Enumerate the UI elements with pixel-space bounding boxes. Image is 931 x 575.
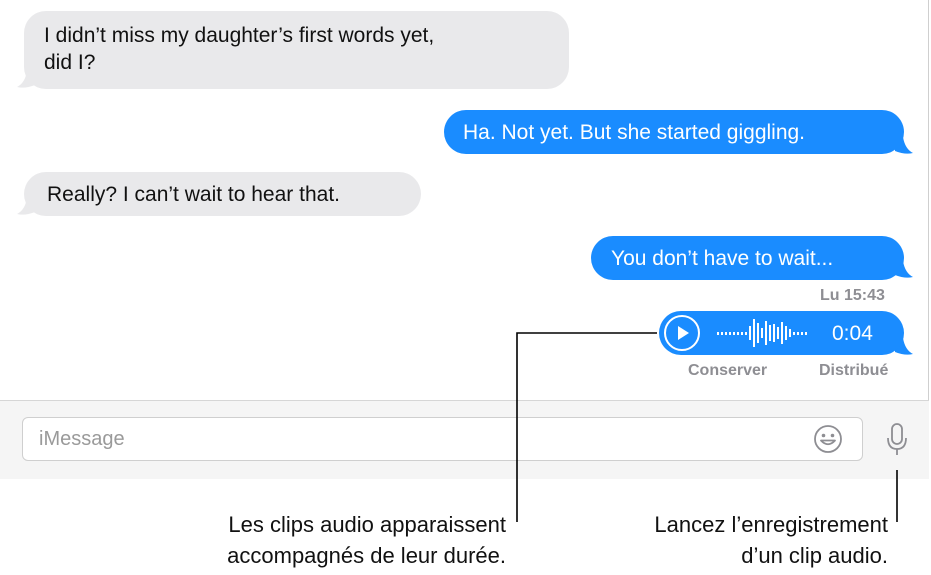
message-text: Really? I can’t wait to hear that.	[47, 183, 340, 206]
play-icon	[678, 326, 689, 340]
callout-line: Les clips audio apparaissent	[228, 512, 506, 537]
callout-line: d’un clip audio.	[741, 543, 888, 568]
message-text-line: I didn’t miss my daughter’s first words …	[44, 24, 435, 47]
emoji-icon[interactable]	[813, 424, 843, 454]
message-text: Ha. Not yet. But she started giggling.	[463, 121, 806, 144]
callout-line: Lancez l’enregistrement	[654, 512, 888, 537]
message-timestamp: Lu 15:43	[820, 287, 885, 304]
audio-clip-duration: 0:04	[832, 322, 873, 345]
audio-waveform[interactable]	[717, 317, 809, 349]
message-text-line: did I?	[44, 51, 96, 74]
audio-duration-callout: Les clips audio apparaissent accompagnés…	[227, 509, 506, 571]
callout-line: accompagnés de leur durée.	[227, 543, 506, 568]
message-composer	[0, 401, 929, 479]
audio-clip-bubble: 0:04	[659, 311, 904, 355]
message-bubble-incoming[interactable]: Really? I can’t wait to hear that.	[24, 172, 421, 216]
message-bubble-incoming[interactable]: I didn’t miss my daughter’s first words …	[24, 11, 569, 89]
play-button[interactable]	[664, 315, 700, 351]
message-bubble-outgoing[interactable]: Ha. Not yet. But she started giggling.	[444, 110, 904, 154]
keep-audio-button[interactable]: Conserver	[688, 362, 767, 380]
record-audio-callout: Lancez l’enregistrement d’un clip audio.	[654, 509, 888, 571]
message-bubble-outgoing[interactable]: You don’t have to wait...	[591, 236, 904, 280]
conversation-transcript: I didn’t miss my daughter’s first words …	[0, 0, 929, 400]
microphone-icon[interactable]	[882, 421, 912, 461]
message-text: You don’t have to wait...	[611, 247, 834, 270]
messages-window: I didn’t miss my daughter’s first words …	[0, 0, 929, 479]
imessage-input[interactable]	[23, 418, 803, 460]
delivery-status: Distribué	[819, 362, 889, 379]
message-input-field	[22, 417, 863, 461]
